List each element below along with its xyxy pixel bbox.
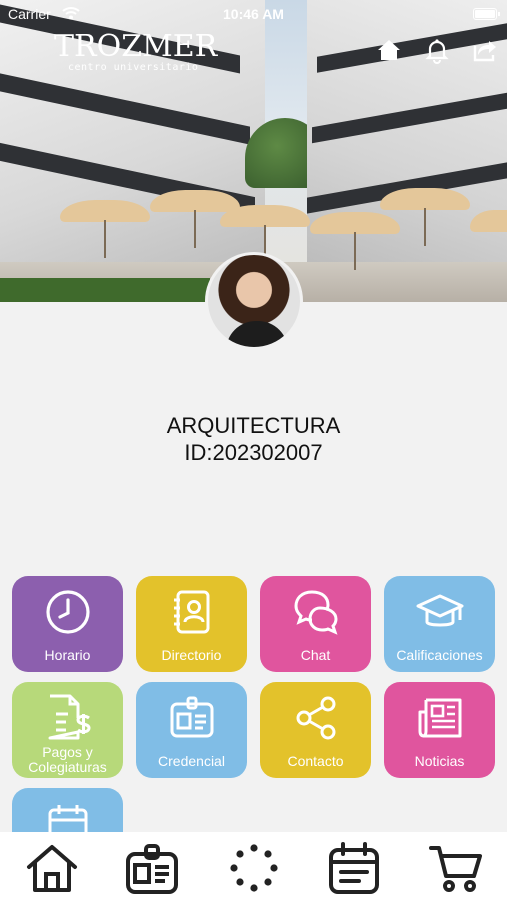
bell-icon[interactable]	[423, 36, 451, 64]
clock-icon	[46, 590, 90, 634]
cart-icon[interactable]	[428, 840, 484, 896]
tile-contacto[interactable]: Contacto	[260, 682, 371, 778]
status-bar: Carrier 10:46 AM	[0, 0, 507, 28]
tile-chat[interactable]: Chat	[260, 576, 371, 672]
bottom-nav	[0, 832, 507, 900]
tile-credencial[interactable]: Credencial	[136, 682, 247, 778]
share-out-icon[interactable]	[471, 36, 499, 64]
tile-pagos[interactable]: Pagos y Colegiaturas	[12, 682, 123, 778]
tile-label: Pagos y Colegiaturas	[28, 744, 107, 775]
umbrella	[60, 200, 150, 258]
student-info: ARQUITECTURA ID:202302007	[0, 412, 507, 466]
tile-noticias[interactable]: Noticias	[384, 682, 495, 778]
tile-horario[interactable]: Horario	[12, 576, 123, 672]
battery-icon	[473, 8, 500, 20]
tile-directorio[interactable]: Directorio	[136, 576, 247, 672]
umbrella	[310, 212, 400, 270]
tile-label: Calificaciones	[396, 647, 483, 663]
logo-subtitle: centro universitario	[68, 62, 199, 73]
graduation-cap-icon	[416, 594, 464, 627]
tile-label: Chat	[300, 647, 331, 663]
program-name: ARQUITECTURA	[166, 413, 341, 438]
chat-bubbles-icon	[294, 590, 338, 635]
header-actions	[375, 36, 499, 64]
tile-calificaciones[interactable]: Calificaciones	[384, 576, 495, 672]
home-icon[interactable]	[375, 36, 403, 64]
newspaper-icon	[418, 698, 462, 738]
trozmer-logo: TROZMER centro universitario	[54, 29, 218, 74]
calendar-icon[interactable]	[326, 840, 382, 896]
tile-label: Credencial	[158, 753, 225, 769]
tile-label: Directorio	[161, 647, 222, 663]
tile-label: Noticias	[414, 753, 465, 769]
umbrella	[150, 190, 240, 248]
invoice-dollar-icon	[48, 694, 91, 740]
share-nodes-icon	[296, 696, 336, 740]
tile-label: Contacto	[287, 753, 344, 769]
loading-dots-icon[interactable]	[226, 840, 282, 896]
id-badge-icon[interactable]	[124, 840, 180, 896]
profile-avatar[interactable]	[205, 252, 303, 350]
umbrella	[380, 188, 470, 246]
logo-brand: TROZMER	[54, 29, 218, 64]
clock-time: 10:46 AM	[223, 6, 284, 22]
umbrella	[220, 205, 310, 263]
contacts-book-icon	[174, 590, 210, 634]
hedge	[0, 278, 210, 302]
home-icon[interactable]	[24, 840, 80, 896]
tile-label: Horario	[44, 647, 91, 663]
id-badge-icon	[170, 696, 214, 738]
student-id: ID:202302007	[184, 440, 323, 465]
